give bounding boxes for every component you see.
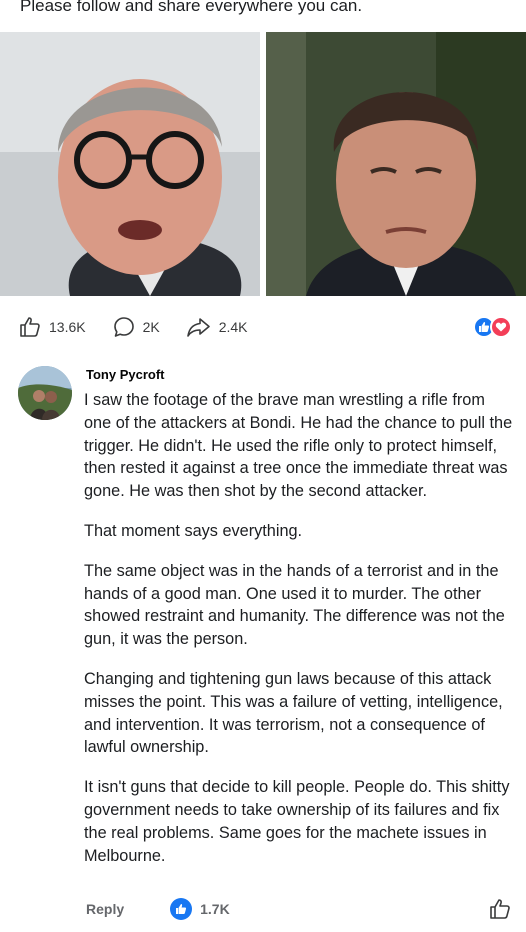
post-caption: Please follow and share everywhere you c… — [20, 0, 363, 15]
comment-bubble-icon — [113, 317, 134, 337]
comment-paragraph: Changing and tightening gun laws because… — [84, 669, 503, 757]
post-photo-right[interactable] — [266, 32, 526, 296]
comment-like-button[interactable] — [488, 897, 512, 926]
share-arrow-icon — [186, 318, 210, 337]
comment-button[interactable]: 2K — [112, 315, 160, 339]
comment-paragraph: The same object was in the hands of a te… — [84, 561, 505, 649]
like-button[interactable]: 13.6K — [18, 315, 86, 339]
commenter-avatar[interactable] — [18, 366, 72, 420]
man-in-suit-photo — [266, 32, 526, 296]
love-reaction-icon — [490, 316, 512, 338]
thumbs-up-icon — [20, 317, 40, 337]
like-count: 13.6K — [49, 319, 86, 335]
share-button[interactable]: 2.4K — [186, 315, 248, 339]
like-reaction-icon — [170, 898, 193, 920]
comment-footer: Reply 1.7K — [86, 896, 512, 922]
comment-paragraph: That moment says everything. — [84, 521, 303, 540]
comment-count: 2K — [142, 319, 160, 335]
comment-paragraph: I saw the footage of the brave man wrest… — [84, 391, 513, 501]
comment-paragraph: It isn't guns that decide to kill people… — [84, 778, 510, 865]
reaction-icons[interactable] — [473, 316, 512, 338]
reply-button[interactable]: Reply — [86, 901, 124, 917]
post-photo-left[interactable] — [0, 32, 260, 296]
man-with-glasses-photo — [0, 32, 260, 296]
post-action-bar: 13.6K 2K 2.4K — [18, 312, 512, 342]
share-count: 2.4K — [218, 319, 248, 335]
comment-author[interactable]: Tony Pycroft — [86, 367, 165, 382]
thumbs-up-icon — [490, 899, 510, 919]
comment-reaction-count[interactable]: 1.7K — [170, 898, 230, 920]
comment-like-count: 1.7K — [200, 901, 230, 917]
comment-body: I saw the footage of the brave man wrest… — [84, 389, 516, 884]
